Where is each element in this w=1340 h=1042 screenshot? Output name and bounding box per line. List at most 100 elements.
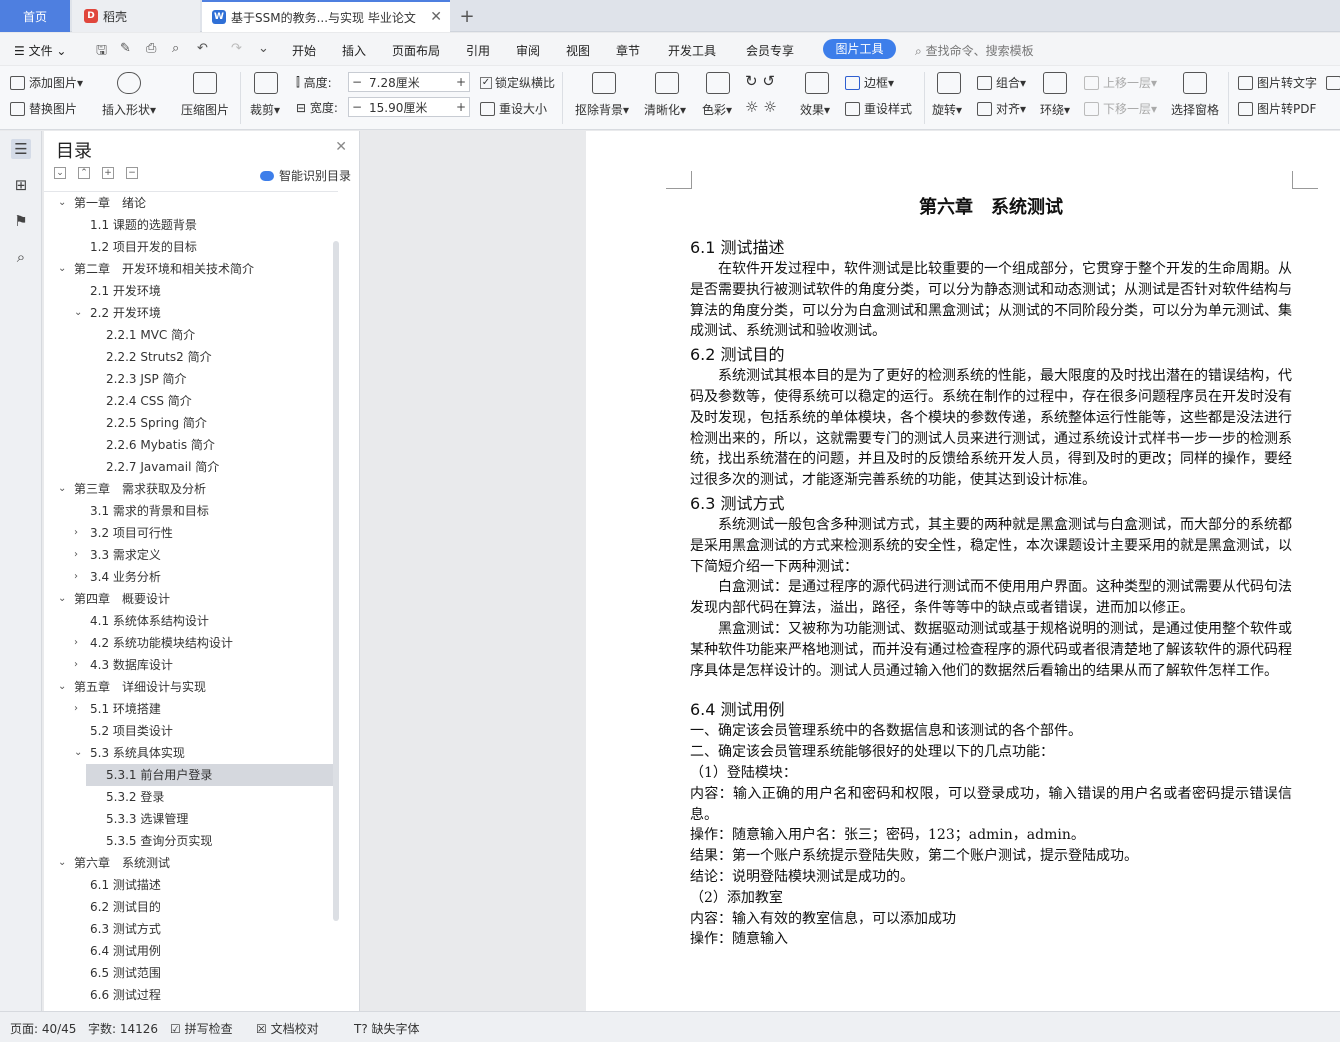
toc-item[interactable]: ⌄ 5.3 系统具体实现 — [44, 742, 338, 764]
width-stepper[interactable]: −15.90厘米 + — [348, 97, 470, 117]
chevron-down-icon[interactable]: ⌄ — [58, 676, 66, 698]
toc-item[interactable]: ⌄ 2.2 开发环境 — [44, 302, 338, 324]
remove-background-button[interactable]: 抠除背景 ▾ — [575, 101, 629, 118]
search-icon[interactable]: ⌕ — [11, 247, 31, 267]
toc-item[interactable]: 5.3.2 登录 — [44, 786, 338, 808]
toc-item[interactable]: 2.2.4 CSS 简介 — [44, 390, 338, 412]
plus-icon[interactable]: + — [453, 75, 469, 89]
chevron-right-icon[interactable]: › — [74, 566, 78, 588]
toc-item[interactable]: › 3.4 业务分析 — [44, 566, 338, 588]
toc-item[interactable]: 2.2.3 JSP 简介 — [44, 368, 338, 390]
sharpen-button[interactable]: 清晰化 ▾ — [644, 101, 686, 118]
missing-font-button[interactable]: T? 缺失字体 — [354, 1020, 420, 1037]
toc-item[interactable]: 6.6 测试过程 — [44, 984, 338, 1006]
toc-item[interactable]: › 5.1 环境搭建 — [44, 698, 338, 720]
remove-heading-icon[interactable]: − — [126, 167, 138, 179]
tab-daoke[interactable]: D 稻壳 — [72, 0, 200, 32]
outline-icon[interactable]: ☰ — [11, 139, 31, 159]
height-stepper[interactable]: −7.28厘米 + — [348, 72, 470, 92]
send-backward-button[interactable]: 下移一层 ▾ — [1084, 100, 1157, 117]
minus-icon[interactable]: − — [349, 100, 365, 114]
toc-item[interactable]: › 4.3 数据库设计 — [44, 654, 338, 676]
menu-picture-tools[interactable]: 图片工具 — [823, 39, 896, 59]
chevron-right-icon[interactable]: › — [74, 698, 78, 720]
menu-section[interactable]: 章节 — [616, 42, 640, 59]
toc-item[interactable]: ⌄ 第一章 绪论 — [44, 192, 338, 214]
tab-home[interactable]: 首页 — [0, 0, 70, 32]
toc-item[interactable]: ⌄ 第六章 系统测试 — [44, 852, 338, 874]
toc-item[interactable]: 5.3.1 前台用户登录 — [86, 764, 338, 786]
chevron-down-icon[interactable]: ⌄ — [58, 192, 66, 214]
menu-member[interactable]: 会员专享 — [746, 42, 794, 59]
minus-icon[interactable]: − — [349, 75, 365, 89]
align-button[interactable]: 对齐 ▾ — [977, 100, 1026, 117]
chevron-right-icon[interactable]: › — [74, 632, 78, 654]
color-button[interactable]: 色彩 ▾ — [702, 101, 732, 118]
toc-item[interactable]: 4.1 系统体系结构设计 — [44, 610, 338, 632]
menu-page-layout[interactable]: 页面布局 — [392, 42, 440, 59]
menu-view[interactable]: 视图 — [566, 42, 590, 59]
menu-developer[interactable]: 开发工具 — [668, 42, 716, 59]
reset-size-button[interactable]: 重设大小 — [480, 100, 547, 117]
page-count[interactable]: 页面: 40/45 — [10, 1020, 76, 1037]
chevron-down-icon[interactable]: ⌄ — [258, 41, 269, 56]
lock-ratio-checkbox[interactable]: ✓ 锁定纵横比 — [480, 74, 555, 91]
spell-check-button[interactable]: ☑ 拼写检查 — [170, 1020, 233, 1037]
close-icon[interactable]: ✕ — [430, 9, 442, 25]
file-menu[interactable]: ☰ 文件 ⌄ — [14, 42, 66, 59]
toc-scrollbar[interactable] — [333, 241, 339, 921]
print-icon[interactable]: ⎙ — [146, 41, 156, 56]
toc-item[interactable]: › 3.2 项目可行性 — [44, 522, 338, 544]
toc-item[interactable]: 5.3.5 查询分页实现 — [44, 830, 338, 852]
toc-item[interactable]: 2.2.2 Struts2 简介 — [44, 346, 338, 368]
chevron-right-icon[interactable]: › — [74, 654, 78, 676]
replace-picture-button[interactable]: 替换图片 — [10, 100, 77, 117]
redo-icon[interactable]: ↷ — [231, 41, 242, 56]
insert-shape-button[interactable]: 插入形状 ▾ — [102, 101, 156, 118]
print-preview-icon[interactable]: ⌕ — [172, 41, 179, 56]
toc-item[interactable]: 1.1 课题的选题背景 — [44, 214, 338, 236]
reset-style-button[interactable]: 重设样式 — [845, 100, 912, 117]
crop-button[interactable]: 裁剪 ▾ — [250, 101, 280, 118]
chevron-down-icon[interactable]: ⌄ — [58, 588, 66, 610]
toc-item[interactable]: 2.2.1 MVC 简介 — [44, 324, 338, 346]
add-heading-icon[interactable]: + — [102, 167, 114, 179]
undo-icon[interactable]: ↶ — [197, 41, 208, 56]
close-icon[interactable]: ✕ — [335, 139, 347, 155]
selection-pane-button[interactable]: 选择窗格 — [1171, 101, 1219, 118]
new-tab-button[interactable]: + — [455, 0, 479, 32]
menu-insert[interactable]: 插入 — [342, 42, 366, 59]
contrast-icon[interactable]: ↻ ↺ — [745, 72, 775, 90]
toc-item[interactable]: ⌄ 第五章 详细设计与实现 — [44, 676, 338, 698]
chevron-down-icon[interactable]: ⌄ — [74, 742, 82, 764]
brightness-icon[interactable]: ☼ ☼ — [745, 98, 777, 116]
menu-reference[interactable]: 引用 — [466, 42, 490, 59]
menu-review[interactable]: 审阅 — [516, 42, 540, 59]
toc-item[interactable]: 2.2.5 Spring 简介 — [44, 412, 338, 434]
toc-item[interactable]: › 4.2 系统功能模块结构设计 — [44, 632, 338, 654]
toc-item[interactable]: 1.2 项目开发的目标 — [44, 236, 338, 258]
document-page[interactable]: 第六章 系统测试 6.1 测试描述 在软件开发过程中，软件测试是比较重要的一个组… — [586, 131, 1340, 1011]
toc-item[interactable]: 6.2 测试目的 — [44, 896, 338, 918]
width-value[interactable]: 15.90厘米 — [365, 99, 453, 116]
effect-button[interactable]: 效果 ▾ — [800, 101, 830, 118]
format-painter-icon[interactable]: ✎ — [120, 41, 131, 56]
word-count[interactable]: 字数: 14126 — [88, 1020, 158, 1037]
expand-icon[interactable]: ⌃ — [78, 167, 90, 179]
toc-item[interactable]: 5.2 项目类设计 — [44, 720, 338, 742]
picture-to-text-button[interactable]: 图片转文字 — [1238, 74, 1317, 91]
toc-item[interactable]: 2.2.7 Javamail 简介 — [44, 456, 338, 478]
border-button[interactable]: 边框 ▾ — [845, 74, 894, 91]
menu-start[interactable]: 开始 — [292, 42, 316, 59]
toc-item[interactable]: ⌄ 第二章 开发环境和相关技术简介 — [44, 258, 338, 280]
toc-item[interactable]: 2.2.6 Mybatis 简介 — [44, 434, 338, 456]
toc-item[interactable]: 2.1 开发环境 — [44, 280, 338, 302]
toc-item[interactable]: › 3.3 需求定义 — [44, 544, 338, 566]
chevron-right-icon[interactable]: › — [74, 544, 78, 566]
toc-item[interactable]: 6.3 测试方式 — [44, 918, 338, 940]
rotate-button[interactable]: 旋转 ▾ — [932, 101, 962, 118]
picture-to-pdf-button[interactable]: 图片转PDF — [1238, 100, 1316, 117]
toc-item[interactable]: 3.1 需求的背景和目标 — [44, 500, 338, 522]
bring-forward-button[interactable]: 上移一层 ▾ — [1084, 74, 1157, 91]
chevron-down-icon[interactable]: ⌄ — [58, 852, 66, 874]
